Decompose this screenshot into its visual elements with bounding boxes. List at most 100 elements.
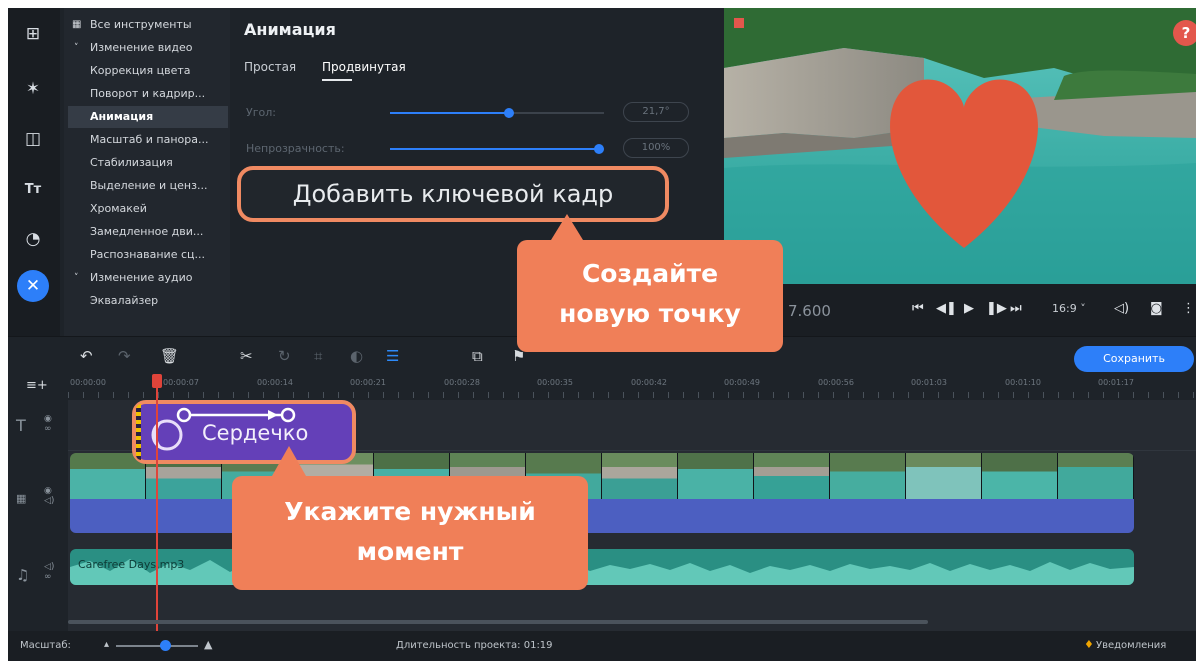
tool-item[interactable]: Замедленное дви... bbox=[68, 221, 228, 243]
audio-track-icon: ♫ bbox=[16, 566, 30, 584]
ruler-tick: 00:00:56 bbox=[818, 378, 854, 387]
timeline-ruler[interactable]: ≡+ 00:00:00 00:00:07 00:00:14 00:00:21 0… bbox=[8, 376, 1196, 400]
skip-start-icon[interactable]: ⏮ bbox=[912, 301, 924, 316]
frame-forward-icon[interactable]: ❚▶ bbox=[986, 301, 1007, 316]
video-thumbnail bbox=[678, 453, 754, 499]
opacity-slider-knob[interactable] bbox=[594, 144, 604, 154]
video-group-item[interactable]: ˅ Изменение видео bbox=[68, 37, 228, 59]
add-track-icon[interactable]: ≡+ bbox=[26, 378, 48, 393]
tab-advanced[interactable]: Продвинутая bbox=[322, 60, 406, 74]
aspect-ratio-select[interactable]: 16:9 ˅ bbox=[1052, 302, 1086, 315]
callout-pointer bbox=[551, 214, 583, 240]
timeline-scrollbar[interactable] bbox=[68, 620, 928, 624]
titles-icon[interactable]: Tт bbox=[17, 173, 49, 205]
add-keyframe-button[interactable]: Добавить ключевой кадр bbox=[237, 166, 669, 222]
tool-item-animation[interactable]: Анимация bbox=[68, 106, 228, 128]
title-clip[interactable]: Сердечко bbox=[132, 400, 356, 464]
angle-slider-knob[interactable] bbox=[504, 108, 515, 118]
project-duration: Длительность проекта: 01:19 bbox=[396, 640, 553, 651]
zoom-in-icon[interactable]: ▲ bbox=[204, 638, 212, 651]
tool-item-label: Анимация bbox=[90, 110, 154, 123]
ruler-tick: 00:01:03 bbox=[911, 378, 947, 387]
playhead-handle[interactable] bbox=[152, 374, 162, 388]
all-tools-item[interactable]: ▦ Все инструменты bbox=[68, 14, 228, 36]
track-visibility-icon[interactable]: ◉ ∞ bbox=[44, 414, 52, 434]
video-thumbnail bbox=[906, 453, 982, 499]
video-thumbnail bbox=[602, 453, 678, 499]
transitions-icon[interactable]: ◫ bbox=[17, 123, 49, 155]
opacity-slider[interactable] bbox=[390, 144, 604, 154]
overlay-icon[interactable]: ⧉ bbox=[472, 347, 483, 365]
tool-item[interactable]: Выделение и ценз... bbox=[68, 175, 228, 197]
ruler-tick: 00:00:14 bbox=[257, 378, 293, 387]
clip-trim-handle[interactable] bbox=[136, 404, 141, 460]
angle-value-field[interactable]: 21,7° bbox=[623, 102, 689, 122]
tool-item-label: Распознавание сц... bbox=[90, 248, 205, 261]
snapshot-icon[interactable]: ◙ bbox=[1150, 301, 1163, 316]
delete-icon[interactable]: 🗑 bbox=[160, 347, 179, 365]
track-visibility-icon[interactable]: ◉ ◁) bbox=[44, 486, 54, 506]
tool-item-equalizer[interactable]: Эквалайзер bbox=[68, 290, 228, 312]
grid-icon: ▦ bbox=[72, 19, 82, 30]
tool-item-label: Масштаб и панора... bbox=[90, 133, 209, 146]
undo-icon[interactable]: ↶ bbox=[80, 347, 93, 365]
angle-slider[interactable] bbox=[390, 108, 604, 118]
tool-item-label: Хромакей bbox=[90, 202, 147, 215]
help-button[interactable]: ? bbox=[1173, 20, 1196, 46]
tool-item[interactable]: Коррекция цвета bbox=[68, 60, 228, 82]
callout-text: Укажите нужный момент bbox=[284, 497, 536, 566]
tool-item-label: Эквалайзер bbox=[90, 294, 159, 307]
tool-item[interactable]: Масштаб и панора... bbox=[68, 129, 228, 151]
tool-item-label: Замедленное дви... bbox=[90, 225, 204, 238]
ruler-tick: 00:00:42 bbox=[631, 378, 667, 387]
zoom-slider-knob[interactable] bbox=[160, 640, 171, 651]
save-button[interactable]: Сохранить bbox=[1074, 346, 1194, 372]
zoom-out-icon[interactable]: ▴ bbox=[104, 639, 109, 650]
tab-simple[interactable]: Простая bbox=[244, 60, 296, 74]
tool-item[interactable]: Хромакей bbox=[68, 198, 228, 220]
ruler-tick: 00:00:07 bbox=[163, 378, 199, 387]
audio-clip[interactable]: Carefree Days.mp3 bbox=[70, 549, 1134, 585]
preview-image bbox=[724, 8, 1196, 284]
import-icon[interactable]: ⊞ bbox=[17, 18, 49, 50]
track-mute-icon[interactable]: ◁) ∞ bbox=[44, 562, 54, 582]
volume-icon[interactable]: ◁) bbox=[1114, 301, 1129, 316]
tool-item-label: Коррекция цвета bbox=[90, 64, 191, 77]
playhead[interactable] bbox=[156, 378, 158, 632]
rotate-icon[interactable]: ↻ bbox=[278, 347, 291, 365]
video-track-icon: ▦ bbox=[16, 492, 27, 505]
chevron-down-icon: ˅ bbox=[74, 273, 79, 283]
video-group-label: Изменение видео bbox=[90, 41, 193, 54]
more-icon[interactable]: ⋮ bbox=[1182, 301, 1195, 316]
video-clip-base[interactable] bbox=[70, 499, 1134, 533]
all-tools-label: Все инструменты bbox=[90, 18, 192, 31]
tool-item[interactable]: Стабилизация bbox=[68, 152, 228, 174]
audio-clip-label: Carefree Days.mp3 bbox=[78, 558, 185, 571]
magic-wand-icon[interactable]: ✶ bbox=[17, 73, 49, 105]
crop-icon[interactable]: ⌗ bbox=[314, 347, 322, 365]
video-thumbnail bbox=[982, 453, 1058, 499]
video-thumbnail bbox=[70, 453, 146, 499]
cut-icon[interactable]: ✂ bbox=[240, 347, 253, 365]
callout-pointer bbox=[272, 446, 306, 476]
video-thumbnail bbox=[754, 453, 830, 499]
panel-title: Анимация bbox=[244, 20, 336, 39]
tool-item[interactable]: Поворот и кадрир... bbox=[68, 83, 228, 105]
notifications-link[interactable]: Уведомления bbox=[1096, 640, 1166, 651]
stickers-icon[interactable]: ◔ bbox=[17, 223, 49, 255]
opacity-value-field[interactable]: 100% bbox=[623, 138, 689, 158]
notification-bell-icon[interactable]: ♦ bbox=[1084, 638, 1094, 651]
player-controls: 7.600 ⏮ ◀❚ ▶ ❚▶ ⏭ 16:9 ˅ ◁) ◙ ⋮ bbox=[724, 284, 1196, 336]
skip-end-icon[interactable]: ⏭ bbox=[1010, 301, 1022, 316]
color-adjust-icon[interactable]: ◐ bbox=[350, 347, 363, 365]
audio-group-item[interactable]: ˅ Изменение аудио bbox=[68, 267, 228, 289]
chevron-down-icon: ˅ bbox=[74, 43, 79, 53]
tool-item[interactable]: Распознавание сц... bbox=[68, 244, 228, 266]
tools-icon[interactable]: ✕ bbox=[17, 270, 49, 302]
clip-properties-icon[interactable]: ☰ bbox=[386, 347, 399, 365]
frame-back-icon[interactable]: ◀❚ bbox=[936, 301, 957, 316]
zoom-slider[interactable] bbox=[116, 645, 198, 647]
play-icon[interactable]: ▶ bbox=[964, 301, 974, 316]
redo-icon[interactable]: ↷ bbox=[118, 347, 131, 365]
ruler-tick: 00:00:28 bbox=[444, 378, 480, 387]
